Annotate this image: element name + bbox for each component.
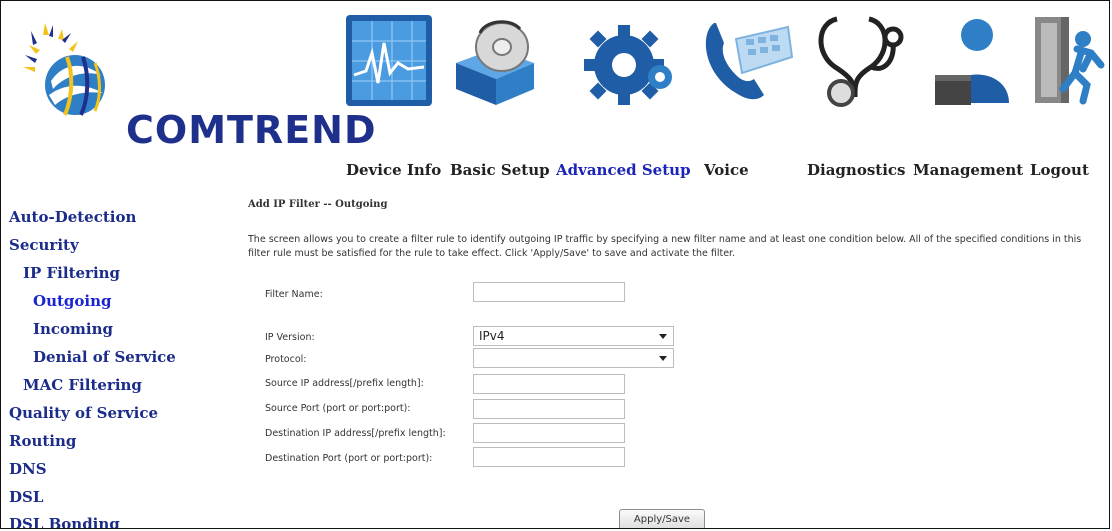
comtrend-logo: COMTREND bbox=[23, 23, 376, 163]
sidebar-item-denial-of-service[interactable]: Denial of Service bbox=[33, 348, 176, 366]
protocol-select[interactable] bbox=[473, 348, 674, 368]
chevron-down-icon bbox=[659, 334, 667, 339]
filter-name-input[interactable] bbox=[473, 282, 625, 302]
dest-ip-label: Destination IP address[/prefix length]: bbox=[265, 428, 446, 439]
nav-basic-setup[interactable]: Basic Setup bbox=[450, 161, 550, 179]
nav-diagnostics[interactable]: Diagnostics bbox=[807, 161, 905, 179]
source-port-input[interactable] bbox=[473, 399, 625, 419]
dest-ip-input[interactable] bbox=[473, 423, 625, 443]
sidebar-item-mac-filtering[interactable]: MAC Filtering bbox=[23, 376, 142, 394]
source-ip-input[interactable] bbox=[473, 374, 625, 394]
sidebar-item-outgoing[interactable]: Outgoing bbox=[33, 292, 112, 310]
brand-name: COMTREND bbox=[126, 108, 377, 152]
sidebar-item-dsl-bonding[interactable]: DSL Bonding bbox=[9, 515, 120, 528]
nav-logout[interactable]: Logout bbox=[1030, 161, 1089, 179]
source-port-label: Source Port (port or port:port): bbox=[265, 403, 411, 414]
basic-setup-box-disc-icon[interactable] bbox=[450, 13, 540, 112]
protocol-label: Protocol: bbox=[265, 354, 307, 365]
sidebar-item-incoming[interactable]: Incoming bbox=[33, 320, 113, 338]
ip-version-select[interactable]: IPv4 bbox=[473, 326, 674, 346]
nav-device-info[interactable]: Device Info bbox=[346, 161, 441, 179]
nav-advanced-setup[interactable]: Advanced Setup bbox=[556, 161, 691, 179]
sidebar-item-security[interactable]: Security bbox=[9, 236, 79, 254]
nav-management[interactable]: Management bbox=[913, 161, 1023, 179]
source-ip-label: Source IP address[/prefix length]: bbox=[265, 378, 424, 389]
advanced-setup-gear-icon[interactable] bbox=[576, 13, 676, 112]
chevron-down-icon bbox=[659, 356, 667, 361]
dest-port-input[interactable] bbox=[473, 447, 625, 467]
nav-voice[interactable]: Voice bbox=[704, 161, 749, 179]
sidebar-item-routing[interactable]: Routing bbox=[9, 432, 76, 450]
main-content: Add IP Filter -- Outgoing The screen all… bbox=[207, 185, 1107, 528]
apply-save-button[interactable]: Apply/Save bbox=[619, 509, 705, 528]
sidebar-item-dns[interactable]: DNS bbox=[9, 460, 47, 478]
sidebar-item-dsl[interactable]: DSL bbox=[9, 488, 43, 506]
page-description: The screen allows you to create a filter… bbox=[248, 234, 1082, 259]
voice-phone-icon[interactable] bbox=[696, 13, 796, 112]
filter-name-label: Filter Name: bbox=[265, 289, 323, 300]
dest-port-label: Destination Port (port or port:port): bbox=[265, 453, 433, 464]
ip-version-label: IP Version: bbox=[265, 332, 315, 343]
device-info-chart-icon[interactable] bbox=[344, 13, 434, 112]
sidebar-item-ip-filtering[interactable]: IP Filtering bbox=[23, 264, 120, 282]
logout-running-man-icon[interactable] bbox=[1031, 13, 1109, 112]
page-title: Add IP Filter -- Outgoing bbox=[248, 199, 388, 210]
diagnostics-stethoscope-icon[interactable] bbox=[811, 13, 906, 112]
sidebar-item-auto-detection[interactable]: Auto-Detection bbox=[9, 208, 136, 226]
ip-version-value: IPv4 bbox=[479, 329, 505, 343]
browser-frame: COMTREND Device Info Basic Setup Advance… bbox=[0, 0, 1110, 529]
sidebar: Auto-Detection Security IP Filtering Out… bbox=[1, 185, 207, 528]
management-person-icon[interactable] bbox=[929, 13, 1019, 112]
header: COMTREND Device Info Basic Setup Advance… bbox=[1, 1, 1109, 185]
sidebar-item-quality-of-service[interactable]: Quality of Service bbox=[9, 404, 158, 422]
